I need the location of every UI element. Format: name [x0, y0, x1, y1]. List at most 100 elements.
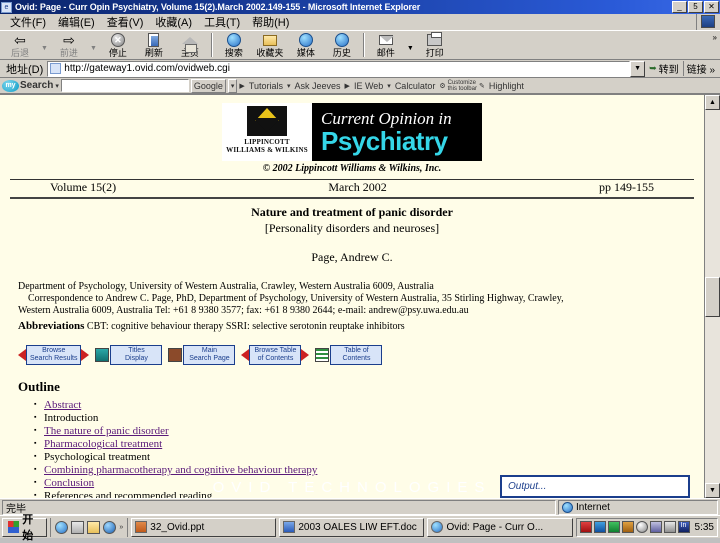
mysearch-tutorials-caret-icon[interactable]: ▶: [239, 82, 244, 90]
next-toc-arrow-icon[interactable]: [301, 349, 310, 361]
menu-edit[interactable]: 编辑(E): [52, 13, 101, 31]
titles-display-button[interactable]: Titles Display: [110, 345, 163, 365]
menu-view[interactable]: 查看(V): [101, 13, 150, 31]
history-button[interactable]: 历史: [324, 31, 360, 59]
system-tray[interactable]: In 5:35: [575, 517, 718, 537]
scroll-track-lower[interactable]: [705, 316, 720, 483]
forward-button[interactable]: ⇨ 前进: [51, 31, 87, 59]
mysearch-google-caret-icon[interactable]: ▾: [227, 78, 238, 93]
customize-toolbar-button[interactable]: Customize this toolbar: [448, 80, 477, 92]
mysearch-item-calculator[interactable]: Calculator: [393, 81, 438, 91]
favorites-button[interactable]: 收藏夹: [252, 31, 288, 59]
mysearch-item-ask-jeeves[interactable]: Ask Jeeves: [293, 81, 343, 91]
mysearch-tutorials-dropdown-icon[interactable]: ▾: [287, 82, 291, 90]
close-button[interactable]: ✕: [704, 1, 719, 13]
search-button[interactable]: 搜索: [216, 31, 252, 59]
mysearch-ieweb-dropdown-icon[interactable]: ▾: [387, 82, 391, 90]
browser-toolbar[interactable]: ⇦ 后退 ▼ ⇨ 前进 ▼ ✕ 停止 刷新 主页 搜索 收藏夹 媒体 历史 邮件…: [0, 30, 720, 60]
media-button[interactable]: 媒体: [288, 31, 324, 59]
nav-titles-display[interactable]: Titles Display: [95, 345, 163, 365]
scroll-up-button[interactable]: ▲: [705, 95, 720, 110]
next-result-arrow-icon[interactable]: [81, 349, 90, 361]
print-button[interactable]: 打印: [417, 31, 453, 59]
table-of-contents-button[interactable]: Table of Contents: [330, 345, 383, 365]
menu-help[interactable]: 帮助(H): [246, 13, 295, 31]
list-item[interactable]: Psychological treatment: [34, 450, 704, 464]
outline-link-psychological-treatment[interactable]: Psychological treatment: [44, 451, 150, 463]
prev-toc-arrow-icon[interactable]: [241, 349, 250, 361]
mysearch-item-ie-web[interactable]: IE Web: [352, 81, 385, 91]
taskbar-clock[interactable]: 5:35: [692, 522, 714, 533]
tray-icon-1[interactable]: [579, 521, 592, 533]
tray-icon-5[interactable]: [635, 521, 648, 533]
browse-toc-button[interactable]: Browse Table of Contents: [249, 345, 302, 365]
taskbar-item-ie[interactable]: Ovid: Page - Curr O...: [427, 517, 573, 537]
nav-main-search-page[interactable]: Main Search Page: [168, 345, 236, 365]
prev-result-arrow-icon[interactable]: [18, 349, 26, 361]
address-dropdown-button[interactable]: ▼: [630, 60, 646, 77]
mail-dropdown-icon[interactable]: ▼: [404, 45, 417, 52]
main-search-page-button[interactable]: Main Search Page: [183, 345, 236, 365]
tray-icon-6[interactable]: [649, 521, 662, 533]
tray-icon-7[interactable]: [663, 521, 676, 533]
refresh-button[interactable]: 刷新: [136, 31, 172, 59]
tray-icon-4[interactable]: [621, 521, 634, 533]
scroll-track-upper[interactable]: [705, 110, 720, 277]
windows-taskbar[interactable]: 开始 » 32_Ovid.ppt 2003 OALES LIW EFT.doc …: [0, 514, 720, 542]
outline-link-pharmacological-treatment[interactable]: Pharmacological treatment: [44, 438, 162, 450]
tray-language-icon[interactable]: In: [677, 521, 690, 533]
list-item[interactable]: Pharmacological treatment: [34, 437, 704, 451]
links-button[interactable]: 链接 »: [682, 61, 718, 76]
back-button[interactable]: ⇦ 后退: [2, 31, 38, 59]
list-item[interactable]: Introduction: [34, 411, 704, 425]
article-nav-buttons[interactable]: Browse Search Results Titles Display Mai…: [18, 345, 704, 365]
home-button[interactable]: 主页: [172, 31, 208, 59]
list-item[interactable]: The nature of panic disorder: [34, 424, 704, 438]
quicklaunch-folder-icon[interactable]: [87, 520, 101, 534]
browse-search-results-button[interactable]: Browse Search Results: [26, 345, 82, 365]
back-dropdown-icon[interactable]: ▼: [38, 45, 51, 52]
window-controls[interactable]: _ 5 ✕: [672, 1, 719, 13]
nav-table-of-contents[interactable]: Table of Contents: [315, 345, 383, 365]
address-input[interactable]: http://gateway1.ovid.com/ovidweb.cgi: [47, 60, 631, 77]
tray-icon-3[interactable]: [607, 521, 620, 533]
quicklaunch-overflow-chevron-icon[interactable]: »: [119, 524, 123, 531]
mysearch-item-tutorials[interactable]: Tutorials: [247, 81, 285, 91]
quicklaunch-ie-icon[interactable]: [55, 520, 69, 534]
menu-bar[interactable]: 文件(F) 编辑(E) 查看(V) 收藏(A) 工具(T) 帮助(H): [0, 13, 720, 31]
quicklaunch-desktop-icon[interactable]: [71, 520, 85, 534]
stop-button[interactable]: ✕ 停止: [100, 31, 136, 59]
scroll-thumb[interactable]: [705, 276, 720, 317]
vertical-scrollbar[interactable]: ▲ ▼: [704, 95, 720, 498]
menu-tools[interactable]: 工具(T): [198, 13, 246, 31]
scroll-down-button[interactable]: ▼: [705, 483, 720, 498]
tray-icon-2[interactable]: [593, 521, 606, 533]
outline-link-introduction[interactable]: Introduction: [44, 412, 98, 424]
address-bar[interactable]: 地址(D) http://gateway1.ovid.com/ovidweb.c…: [0, 60, 720, 78]
outline-link-abstract[interactable]: Abstract: [44, 399, 81, 411]
mysearch-input[interactable]: [60, 79, 189, 92]
quick-launch-bar[interactable]: »: [50, 517, 129, 537]
start-button[interactable]: 开始: [2, 514, 48, 542]
nav-browse-search-results[interactable]: Browse Search Results: [18, 345, 90, 365]
mysearch-google-button[interactable]: Google: [190, 78, 226, 93]
minimize-button[interactable]: _: [672, 1, 687, 13]
taskbar-item-powerpoint[interactable]: 32_Ovid.ppt: [131, 517, 277, 537]
quicklaunch-media-icon[interactable]: [103, 520, 117, 534]
nav-browse-toc[interactable]: Browse Table of Contents: [241, 345, 310, 365]
forward-dropdown-icon[interactable]: ▼: [87, 45, 100, 52]
highlight-button[interactable]: Highlight: [487, 81, 526, 91]
mail-button[interactable]: 邮件: [368, 31, 404, 59]
menu-file[interactable]: 文件(F): [4, 13, 52, 31]
outline-link-combining-pharmacotherapy[interactable]: Combining pharmacotherapy and cognitive …: [44, 464, 317, 476]
mysearch-brand-caret-icon[interactable]: ▾: [55, 82, 59, 90]
go-button[interactable]: ➥ 转到: [645, 61, 683, 76]
taskbar-item-word[interactable]: 2003 OALES LIW EFT.doc: [279, 517, 425, 537]
toolbar-overflow-chevron-icon[interactable]: »: [713, 33, 717, 42]
maximize-button[interactable]: 5: [688, 1, 703, 13]
list-item[interactable]: Abstract: [34, 398, 704, 412]
menu-favorites[interactable]: 收藏(A): [149, 13, 198, 31]
mysearch-toolbar[interactable]: my Search ▾ Google ▾ ▶ Tutorials ▾ Ask J…: [0, 78, 720, 94]
outline-link-nature-of-panic-disorder[interactable]: The nature of panic disorder: [44, 425, 169, 437]
mysearch-askjeeves-caret-icon[interactable]: ▶: [345, 82, 350, 90]
